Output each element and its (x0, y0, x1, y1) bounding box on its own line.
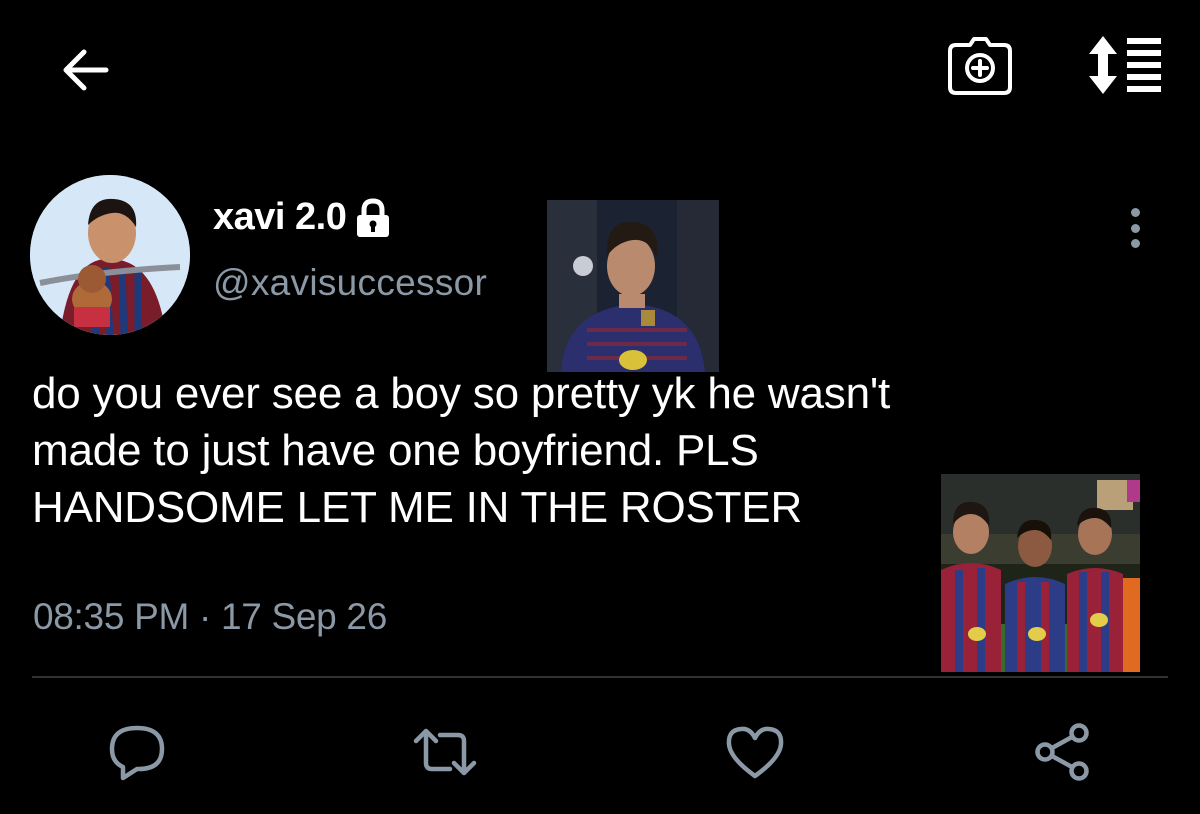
avatar[interactable] (30, 175, 190, 335)
lock-icon (357, 197, 390, 237)
comment-icon (109, 725, 165, 781)
back-button[interactable] (52, 36, 120, 104)
heart-icon (726, 726, 784, 779)
timestamp-separator: · (188, 596, 221, 637)
camera-button[interactable] (944, 34, 1016, 98)
overlay-photo-player (547, 200, 719, 372)
tweet-timestamp: 08:35 PM · 17 Sep 26 (33, 596, 387, 638)
tweet-date: 17 Sep 26 (220, 596, 387, 637)
retweet-icon (413, 728, 477, 776)
overlay-photo-team (941, 474, 1140, 672)
tweet-time: 08:35 PM (33, 596, 189, 637)
share-button[interactable] (1030, 722, 1096, 782)
tweet-text-line: made to just have one boyfriend. PLS (32, 426, 759, 475)
sort-list-icon (1089, 36, 1161, 94)
tweet-text-line: do you ever see a boy so pretty yk he wa… (32, 369, 891, 418)
retweet-button[interactable] (412, 722, 478, 782)
sort-button[interactable] (1082, 30, 1168, 100)
tweet-detail-screen: xavi 2.0 @xavisuccessor do you ever see … (0, 0, 1200, 814)
share-icon (1035, 723, 1089, 781)
more-options-button[interactable] (1118, 205, 1152, 251)
camera-add-icon (948, 37, 1012, 95)
more-dot-icon (1130, 223, 1140, 233)
arrow-left-icon (63, 49, 109, 91)
display-name-text: xavi 2.0 (213, 196, 347, 238)
divider (32, 676, 1168, 678)
more-dot-icon (1130, 208, 1140, 217)
reply-button[interactable] (104, 722, 170, 782)
more-dot-icon (1130, 239, 1140, 248)
author-handle[interactable]: @xavisuccessor (213, 262, 487, 304)
like-button[interactable] (722, 722, 788, 782)
author-display-name[interactable]: xavi 2.0 (213, 196, 392, 239)
